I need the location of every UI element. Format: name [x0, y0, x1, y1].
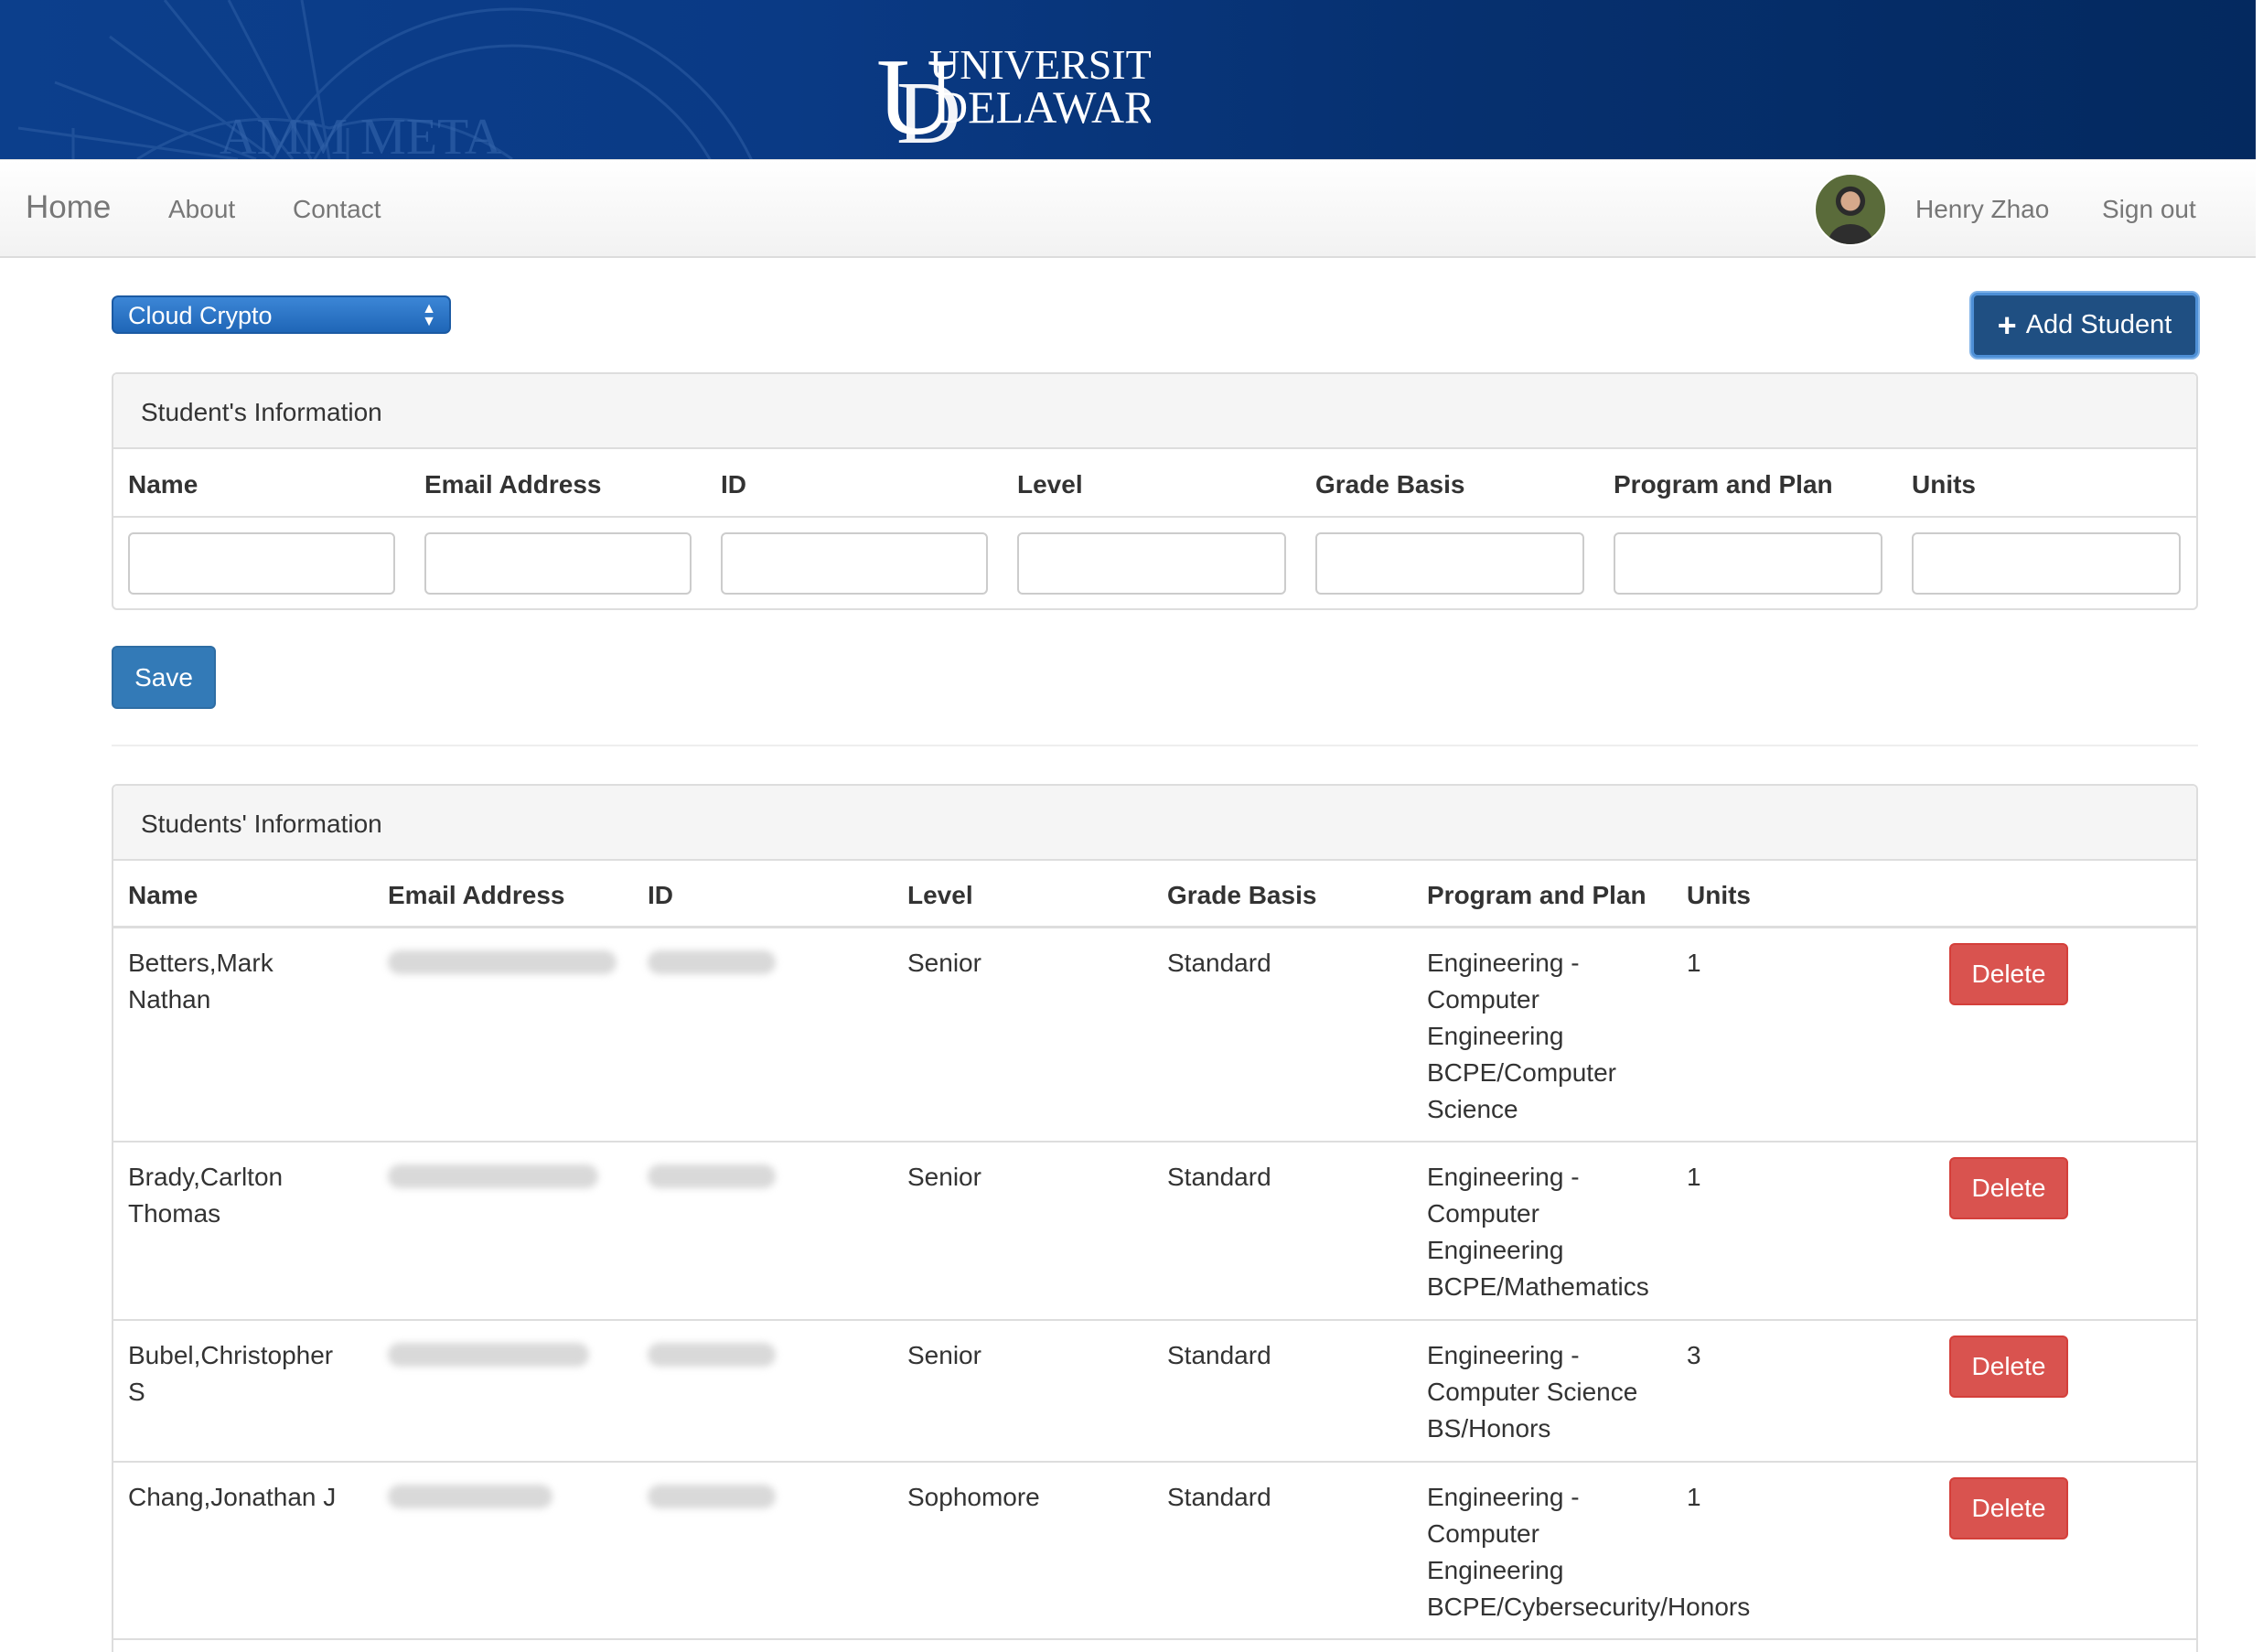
th-units: Units: [1687, 881, 1751, 909]
form-header-grade: Grade Basis: [1315, 470, 1465, 499]
cell-email-redacted: [388, 950, 617, 974]
plus-icon: +: [1997, 306, 2017, 344]
seal-text: AMM META: [220, 109, 502, 159]
nav-sign-out[interactable]: Sign out: [2102, 195, 2196, 224]
delete-button[interactable]: Delete: [1949, 943, 2068, 1005]
course-select[interactable]: Cloud Crypto ▲ ▼: [112, 295, 451, 334]
nav-home[interactable]: Home: [26, 189, 111, 226]
student-form-title: Student's Information: [113, 374, 2196, 449]
cell-units: 3: [1687, 1341, 1701, 1369]
form-header-units: Units: [1912, 470, 1976, 499]
name-input[interactable]: [128, 532, 395, 595]
cell-name: Bubel,Christopher S: [128, 1341, 334, 1406]
nav-about[interactable]: About: [168, 195, 235, 224]
form-header-id: ID: [721, 470, 746, 499]
cell-level: Senior: [907, 949, 981, 977]
units-input[interactable]: [1912, 532, 2181, 595]
students-list-title: Students' Information: [113, 786, 2196, 861]
cell-plan: Engineering - Computer Science BS/Honors: [1427, 1341, 1638, 1443]
cell-name: Brady,Carlton Thomas: [128, 1163, 284, 1228]
id-input[interactable]: [721, 532, 988, 595]
table-row: Bubel,Christopher S Senior Standard Engi…: [113, 1321, 2196, 1463]
program-plan-input[interactable]: [1614, 532, 1882, 595]
form-divider: [113, 516, 2196, 518]
th-email: Email Address: [388, 881, 565, 909]
cell-email-redacted: [388, 1343, 589, 1367]
add-student-button[interactable]: + Add Student: [1971, 293, 2198, 358]
university-logo[interactable]: U D UNIVERSITY OF DELAWARE: [876, 31, 1151, 150]
delete-button[interactable]: Delete: [1949, 1477, 2068, 1539]
course-select-value: Cloud Crypto: [128, 302, 273, 329]
cell-level: Senior: [907, 1163, 981, 1191]
logo-line2: DELAWARE: [935, 81, 1151, 133]
cell-id-redacted: [648, 1164, 776, 1188]
grade-basis-input[interactable]: [1315, 532, 1584, 595]
cell-level: Senior: [907, 1341, 981, 1369]
th-plan: Program and Plan: [1427, 881, 1646, 909]
cell-id-redacted: [648, 1485, 776, 1508]
user-avatar[interactable]: [1814, 173, 1887, 246]
seal-watermark-icon: AMM META: [17, 0, 753, 159]
cell-id-redacted: [648, 1343, 776, 1367]
add-student-label: Add Student: [2025, 310, 2172, 339]
cell-grade: Standard: [1167, 1483, 1271, 1511]
top-navbar: Home About Contact Henry Zhao Sign out: [0, 159, 2256, 258]
cell-units: 1: [1687, 949, 1701, 977]
nav-user-name[interactable]: Henry Zhao: [1915, 195, 2049, 224]
save-button[interactable]: Save: [112, 646, 216, 709]
select-arrows-icon: ▲ ▼: [422, 301, 436, 329]
cell-name: Betters,Mark Nathan: [128, 949, 273, 1014]
students-list-panel: Students' Information Name Email Address…: [112, 784, 2198, 1652]
university-banner: AMM META U D UNIVERSITY OF DELAWARE: [0, 0, 2256, 159]
table-row: Chang,Jonathan J Sophomore Standard Engi…: [113, 1463, 2196, 1640]
table-row: Betters,Mark Nathan Senior Standard Engi…: [113, 928, 2196, 1142]
form-header-row: Name Email Address ID Level Grade Basis …: [113, 470, 2196, 509]
cell-grade: Standard: [1167, 1163, 1271, 1191]
delete-button[interactable]: Delete: [1949, 1157, 2068, 1219]
form-header-email: Email Address: [424, 470, 602, 499]
cell-units: 1: [1687, 1483, 1701, 1511]
cell-plan: Engineering - Computer Engineering BCPE/…: [1427, 949, 1616, 1123]
form-header-level: Level: [1017, 470, 1083, 499]
section-divider: [112, 745, 2198, 746]
cell-id-redacted: [648, 950, 776, 974]
cell-plan: Engineering - Computer Engineering BCPE/…: [1427, 1483, 1751, 1621]
cell-email-redacted: [388, 1164, 598, 1188]
level-input[interactable]: [1017, 532, 1286, 595]
cell-email-redacted: [388, 1485, 552, 1508]
cell-grade: Standard: [1167, 1341, 1271, 1369]
th-grade: Grade Basis: [1167, 881, 1317, 909]
cell-level: Sophomore: [907, 1483, 1040, 1511]
delete-button[interactable]: Delete: [1949, 1336, 2068, 1398]
th-name: Name: [128, 881, 198, 909]
table-header-row: Name Email Address ID Level Grade Basis …: [113, 861, 2196, 928]
email-input[interactable]: [424, 532, 692, 595]
form-header-name: Name: [128, 470, 198, 499]
th-id: ID: [648, 881, 673, 909]
cell-name: Chang,Jonathan J: [128, 1483, 337, 1511]
nav-contact[interactable]: Contact: [293, 195, 381, 224]
form-header-plan: Program and Plan: [1614, 470, 1833, 499]
student-form-panel: Student's Information Name Email Address…: [112, 372, 2198, 610]
th-level: Level: [907, 881, 973, 909]
table-row: Brady,Carlton Thomas Senior Standard Eng…: [113, 1142, 2196, 1321]
cell-units: 1: [1687, 1163, 1701, 1191]
cell-grade: Standard: [1167, 949, 1271, 977]
cell-plan: Engineering - Computer Engineering BCPE/…: [1427, 1163, 1649, 1301]
